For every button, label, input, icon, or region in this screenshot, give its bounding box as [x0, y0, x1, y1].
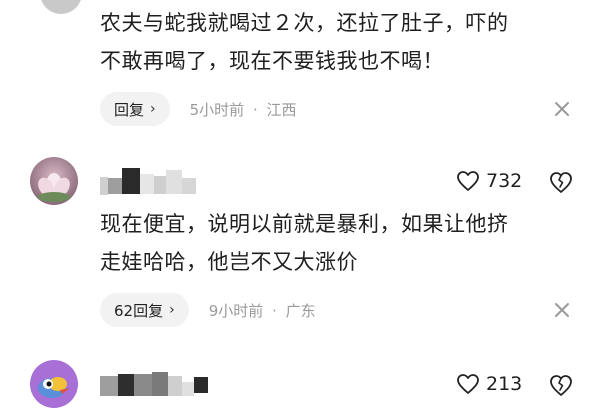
bird-avatar-image: [30, 360, 78, 408]
broken-heart-icon[interactable]: [548, 372, 574, 398]
avatar[interactable]: [30, 157, 78, 205]
like-count: 213: [486, 373, 523, 395]
avatar-previous-comment[interactable]: [40, 0, 82, 14]
comment-text-line: 走娃哈哈，他岂不又大涨价: [100, 250, 358, 274]
reply-label: 回复: [114, 100, 145, 119]
comment-time-location: 9小时前 · 广东: [209, 300, 316, 321]
meta-separator: ·: [272, 301, 277, 320]
lotus-avatar-image: [30, 157, 78, 205]
comment-text-line: 农夫与蛇我就喝过２次，还拉了肚子，吓的: [100, 11, 509, 35]
close-icon[interactable]: [552, 99, 572, 119]
meta-separator: ·: [252, 100, 258, 119]
comment-time: 9小时前: [208, 301, 264, 320]
avatar[interactable]: [30, 360, 78, 408]
chevron-right-icon: ›: [150, 101, 156, 117]
like-count: 732: [486, 170, 523, 192]
comment-meta: 回复 › 5小时前 · 江西: [100, 92, 297, 126]
like-button[interactable]: 213: [456, 373, 522, 395]
reply-label: 62回复: [114, 301, 164, 320]
chevron-right-icon: ›: [169, 302, 175, 318]
close-icon[interactable]: [552, 300, 572, 320]
reply-button[interactable]: 62回复 ›: [100, 293, 189, 327]
comment-text: 农夫与蛇我就喝过２次，还拉了肚子，吓的 不敢再喝了，现在不要钱我也不喝！: [100, 4, 509, 80]
username-blurred[interactable]: [100, 370, 208, 396]
comment-text-line: 不敢再喝了，现在不要钱我也不喝！: [100, 49, 444, 73]
comment-location: 江西: [266, 100, 297, 119]
comment-time: 5小时前: [189, 100, 245, 119]
comment-text: 现在便宜，说明以前就是暴利，如果让他挤 走娃哈哈，他岂不又大涨价: [100, 205, 509, 281]
heart-icon: [457, 374, 479, 394]
heart-icon: [457, 171, 479, 191]
comment-location: 广东: [285, 301, 316, 320]
reply-button[interactable]: 回复 ›: [100, 92, 170, 126]
broken-heart-icon[interactable]: [548, 169, 574, 195]
username-blurred[interactable]: [100, 168, 196, 195]
like-button[interactable]: 732: [456, 170, 522, 192]
comment-text-line: 现在便宜，说明以前就是暴利，如果让他挤: [100, 212, 509, 236]
comment-time-location: 5小时前 · 江西: [190, 99, 297, 120]
comment-meta: 62回复 › 9小时前 · 广东: [100, 293, 316, 327]
